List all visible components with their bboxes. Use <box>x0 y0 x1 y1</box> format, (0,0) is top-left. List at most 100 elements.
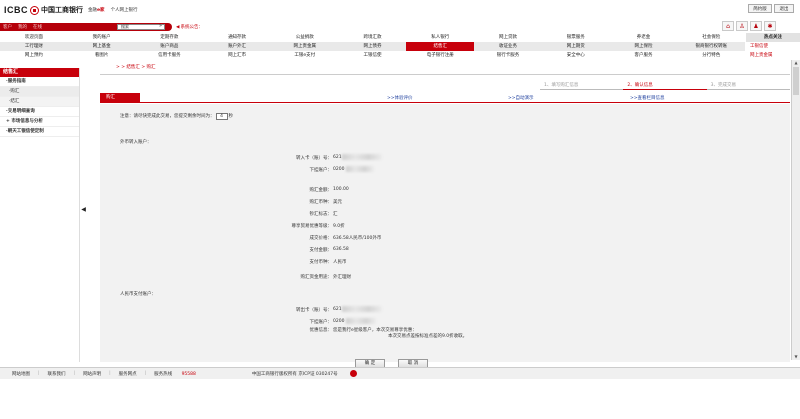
step-fill-info: 1、填写购汇信息 <box>540 81 624 90</box>
footer-copyright: 中国工商银行版权所有 京ICP证 030247号 <box>251 371 338 377</box>
masked-account <box>346 318 376 324</box>
logo-text: ICBC <box>4 5 28 15</box>
menu-item[interactable]: 银票服务 <box>542 33 610 42</box>
exit-button[interactable]: 退出 <box>774 4 794 13</box>
nav-tab-my[interactable]: 我的 <box>18 24 27 30</box>
menu-item[interactable]: 工银e支付 <box>271 51 339 60</box>
simple-version-button[interactable]: 简约版 <box>748 4 772 13</box>
user-icon[interactable]: ♙ <box>736 21 748 31</box>
sidebar-item[interactable]: ·交易明细查询 <box>0 107 79 117</box>
menu-item[interactable]: 工银信使 <box>339 51 407 60</box>
menu-item[interactable]: 网上保险 <box>610 42 678 51</box>
scroll-down-icon[interactable]: ▼ <box>792 354 800 360</box>
bank-name: 中国工商银行 <box>41 6 83 14</box>
nav-tab-online[interactable]: 在线 <box>33 24 42 30</box>
sidebar-item[interactable]: + 市场信息与分析 <box>0 117 79 127</box>
menu-item[interactable]: 欢迎页面 <box>0 33 68 42</box>
settings-icon[interactable]: ✱ <box>764 21 776 31</box>
menu-item[interactable]: 公益捐款 <box>271 33 339 42</box>
menu-item[interactable]: 通知存款 <box>203 33 271 42</box>
countdown-field: 4 <box>215 113 228 120</box>
menu-item[interactable]: 养老金 <box>610 33 678 42</box>
menu-item[interactable]: 分行特色 <box>677 51 745 60</box>
sub-title: 个人网上银行 <box>110 8 138 13</box>
sidebar-item[interactable]: ·朝天工银信使定制 <box>0 127 79 137</box>
menu-item[interactable]: 网上基金 <box>68 42 136 51</box>
tab-bar: 购汇 >>体验评价 >>自动演示 >>查看栏目信息 <box>100 93 790 103</box>
footer-sitemap-link[interactable]: 网站地图 <box>12 371 30 377</box>
field-value: 9.0折 <box>333 224 345 229</box>
left-sidebar: 结售汇 ·服务指南 ·购汇 ·结汇 ·交易明细查询 + 市场信息与分析 ·朝天工银信使定制 <box>0 68 80 362</box>
field-label: 转出卡（账）号： <box>296 308 332 313</box>
sidebar-item[interactable]: ·结汇 <box>0 97 79 107</box>
menu-item[interactable]: 网上预约 <box>0 51 68 60</box>
hot-topics: 热点关注 工银信使 网上贵金属 <box>746 33 800 60</box>
menu-item[interactable]: 账户商品 <box>135 42 203 51</box>
menu-item[interactable]: 我的账户 <box>68 33 136 42</box>
field-value: 636.58人民币/100外币 <box>333 236 382 241</box>
feedback-link[interactable]: >>体验评价 <box>387 95 413 101</box>
field-value: 0200 <box>333 167 345 172</box>
vertical-scrollbar[interactable]: ▲ ▼ <box>791 60 800 360</box>
menu-item[interactable]: 社会保险 <box>677 33 745 42</box>
menu-item[interactable]: 银商银行权转账 <box>677 42 745 51</box>
menu-item[interactable]: 工行理财 <box>0 42 68 51</box>
menu-item[interactable]: 账户外汇 <box>203 42 271 51</box>
menu-item[interactable]: 银行卡服务 <box>474 51 542 60</box>
hot-item[interactable]: 工银信使 <box>746 42 800 51</box>
tab-purchase-fx[interactable]: 购汇 <box>100 93 140 103</box>
menu-item[interactable]: 收证业务 <box>474 42 542 51</box>
menu-item[interactable]: 网上贵金属 <box>271 42 339 51</box>
nav-tab-customer[interactable]: 客户 <box>3 24 12 30</box>
people-icon[interactable]: ♟ <box>750 21 762 31</box>
footer-contact-link[interactable]: 联系我们 <box>48 371 66 377</box>
step-confirm: 2、确认信息 <box>623 81 707 90</box>
field-value: 621 <box>333 155 342 160</box>
menu-item[interactable]: 私人银行 <box>406 33 474 42</box>
sidebar-item[interactable]: ·购汇 <box>0 87 79 97</box>
menu-item[interactable]: 安全中心 <box>542 51 610 60</box>
field-label: 下挂账户： <box>309 168 333 173</box>
menu-item[interactable]: 看图片 <box>68 51 136 60</box>
menu-item[interactable]: 网上期货 <box>542 42 610 51</box>
menu-item[interactable]: 网上贷款 <box>474 33 542 42</box>
column-info-link[interactable]: >>查看栏目信息 <box>630 95 665 101</box>
menu-item[interactable]: 客户服务 <box>610 51 678 60</box>
divider <box>100 74 790 75</box>
field-label: 购汇币种： <box>309 200 333 205</box>
system-notice[interactable]: ◀系统公告： <box>176 24 203 30</box>
collapse-sidebar-icon[interactable]: ◀ <box>80 205 87 215</box>
scroll-thumb[interactable] <box>793 67 799 95</box>
bank-logo[interactable]: ICBC 中国工商银行 金融e家 个人网上银行 <box>4 4 138 16</box>
police-badge-icon[interactable] <box>349 370 357 377</box>
masked-account <box>342 154 382 160</box>
home-icon[interactable]: ⌂ <box>722 21 734 31</box>
footer-branches-link[interactable]: 服务网点 <box>119 371 137 377</box>
sidebar-item[interactable]: ·服务指南 <box>0 77 79 87</box>
main-menu: 欢迎页面 我的账户 定期存款 通知存款 公益捐款 跨境汇款 私人银行 网上贷款 银票服务 养老金社… <box>0 33 800 60</box>
quick-icons: ⌂ ♙ ♟ ✱ <box>722 21 776 31</box>
field-label: 支付金额： <box>309 248 333 253</box>
sidebar-title: 结售汇 <box>0 68 79 77</box>
footer-statement-link[interactable]: 网站声明 <box>83 371 101 377</box>
menu-item[interactable]: 定期存款 <box>135 33 203 42</box>
menu-row-2: 工行理财 网上基金 账户商品 账户外汇 网上贵金属 网上债券 结售汇 收证业务 网上期货 网上保险… <box>0 42 745 51</box>
auto-demo-link[interactable]: >>自动演示 <box>508 95 534 101</box>
menu-item[interactable]: 信用卡服务 <box>135 51 203 60</box>
menu-item[interactable]: 跨境汇款 <box>339 33 407 42</box>
field-label: 尊享贸易优惠等级： <box>291 224 333 229</box>
search-submit-icon[interactable]: » <box>157 24 164 30</box>
scroll-up-icon[interactable]: ▲ <box>792 60 800 66</box>
field-label: 优惠信息： <box>309 328 333 333</box>
menu-item[interactable]: 网上汇市 <box>203 51 271 60</box>
menu-item[interactable]: 电子银行注册 <box>406 51 474 60</box>
field-label: 购汇资金用途： <box>300 275 333 280</box>
hot-item[interactable]: 网上贵金属 <box>746 51 800 60</box>
field-value: 621 <box>333 307 342 312</box>
menu-item[interactable]: 网上债券 <box>339 42 407 51</box>
timeout-notice: 注意：请尽快完成此交易，您提交剩余时间为： 4 秒 <box>120 113 233 120</box>
field-value: 0200 <box>333 319 345 324</box>
menu-item[interactable]: 结售汇 <box>406 42 475 51</box>
field-value: 外汇理财 <box>333 275 351 280</box>
field-label: 钞汇标志： <box>309 212 333 217</box>
